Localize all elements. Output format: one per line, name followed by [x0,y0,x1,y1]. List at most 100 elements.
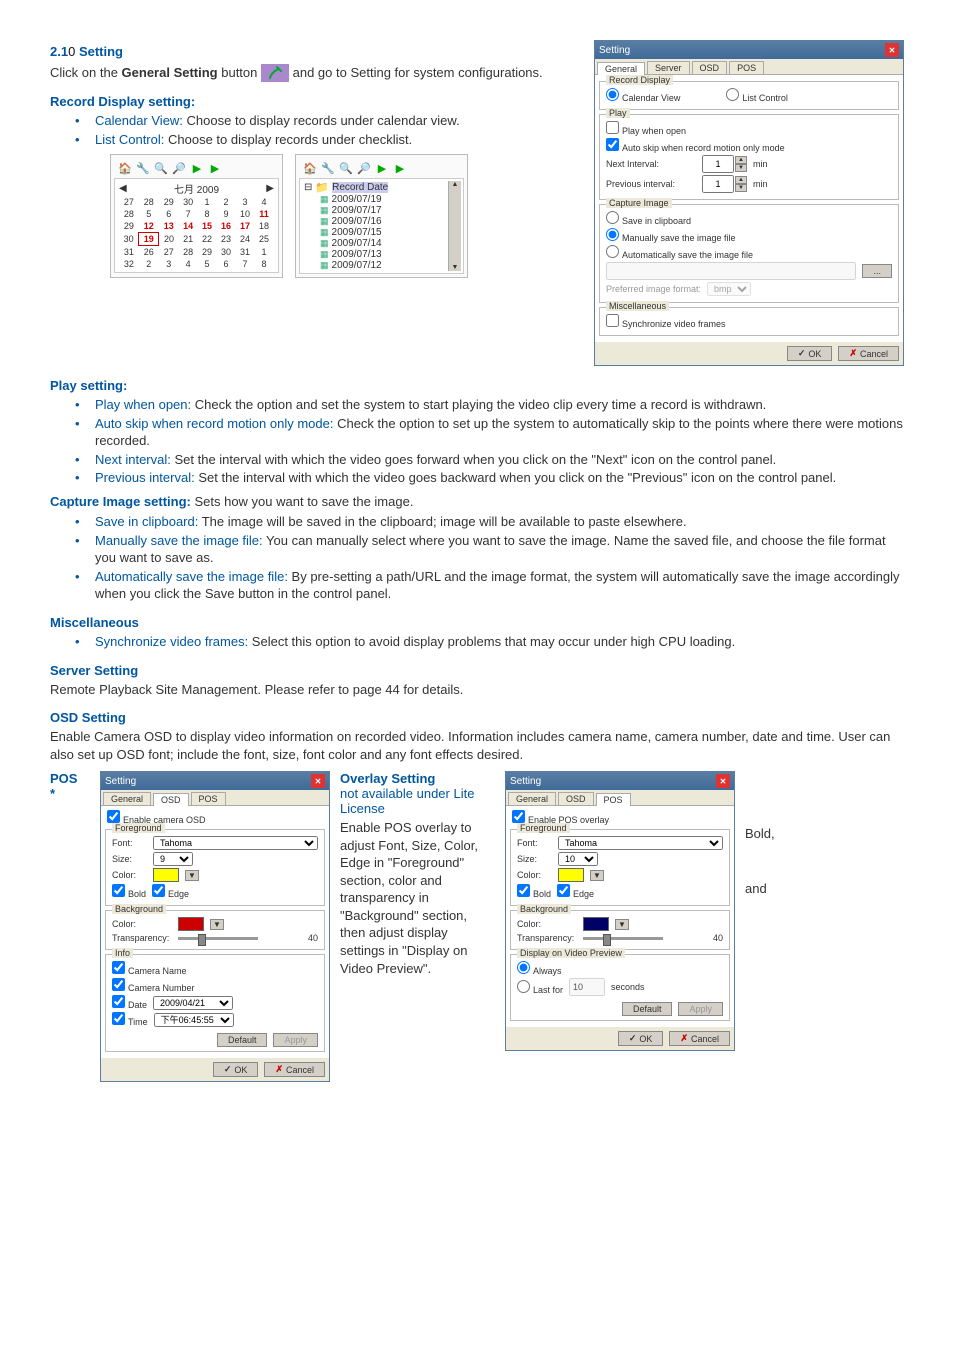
group-background: Background Color:▼ Transparency:40 [105,910,325,950]
list-item: 2009/07/19 [332,194,382,205]
group-record-display: Record Display Calendar View List Contro… [599,81,899,110]
radio-last-for[interactable]: Last for [517,980,563,995]
date-icon: ▦ [320,238,329,249]
play-item-label: Previous interval: [95,470,195,485]
tab-osd[interactable]: OSD [558,792,594,805]
next-icon: ▶ [207,160,223,176]
play-setting-heading: Play setting: [50,378,904,393]
radio-save-manual[interactable]: Manually save the image file [606,228,736,243]
ok-button[interactable]: ✓OK [787,346,833,361]
default-button[interactable]: Default [622,1002,673,1016]
dialog-title: Setting [599,45,630,56]
cancel-button[interactable]: ✗Cancel [838,346,899,361]
cal-next-icon: ▶ [266,183,274,194]
size-select[interactable]: 9 [153,852,193,866]
color-label: Color: [112,870,147,880]
browse-button[interactable]: ... [862,264,892,278]
apply-button[interactable]: Apply [678,1002,723,1016]
x-icon: ✗ [849,348,857,359]
ok-button[interactable]: ✓OK [213,1062,259,1077]
close-icon[interactable]: ✕ [716,774,730,788]
pos-label: POS [50,771,77,786]
play-icon: ▶ [374,160,390,176]
section-suffix: 0 [68,44,75,59]
group-background: Background Color:▼ Transparency:40 [510,910,730,950]
check-bold[interactable]: Bold [517,884,551,899]
tab-pos[interactable]: POS [596,793,631,806]
font-select[interactable]: Tahoma [558,836,723,850]
setting-dialog-osd: Setting✕ General OSD POS Enable camera O… [100,771,330,1082]
scroll-up-icon[interactable]: ▲ [452,181,459,188]
dropdown-icon[interactable]: ▼ [590,870,604,881]
cancel-button[interactable]: ✗Cancel [264,1062,325,1077]
dropdown-icon[interactable]: ▼ [615,919,629,930]
color-swatch[interactable] [583,917,609,931]
color-swatch[interactable] [558,868,584,882]
size-select[interactable]: 10 [558,852,598,866]
next-interval-spinner[interactable]: ▲▼ [702,155,747,173]
overlay-heading: Overlay Setting [340,771,495,786]
check-time[interactable]: Time [112,1012,148,1027]
check-camera-number[interactable]: Camera Number [112,978,195,993]
time-select[interactable]: 下午06:45:55 [154,1013,234,1027]
tab-general[interactable]: General [103,792,151,805]
radio-calendar-view[interactable]: Calendar View [606,88,680,103]
date-icon: ▦ [320,205,329,216]
home-icon: 🏠 [302,160,318,176]
color-swatch[interactable] [153,868,179,882]
section-title: Setting [79,44,123,59]
radio-list-control[interactable]: List Control [726,88,788,103]
date-icon: ▦ [320,216,329,227]
ok-button[interactable]: ✓OK [618,1031,664,1046]
radio-always[interactable]: Always [517,961,562,976]
color-swatch[interactable] [178,917,204,931]
check-icon: ✓ [798,348,806,359]
transparency-slider[interactable] [583,937,663,940]
overlay-sub: not available under Lite License [340,786,495,816]
scroll-down-icon[interactable]: ▼ [452,264,459,271]
font-select[interactable]: Tahoma [153,836,318,850]
radio-save-auto[interactable]: Automatically save the image file [606,245,753,260]
check-date[interactable]: Date [112,995,147,1010]
group-play: Play Play when open Auto skip when recor… [599,114,899,200]
check-sync-frames[interactable]: Synchronize video frames [606,314,726,329]
check-auto-skip[interactable]: Auto skip when record motion only mode [606,138,785,153]
cancel-button[interactable]: ✗Cancel [669,1031,730,1046]
transparency-slider[interactable] [178,937,258,940]
group-title: Display on Video Preview [517,948,625,958]
play-item-label: Next interval: [95,452,171,467]
overlay-right-2: and [745,881,785,896]
tab-general[interactable]: General [597,62,645,75]
date-select[interactable]: 2009/04/21 [153,996,233,1010]
tab-osd[interactable]: OSD [153,793,189,806]
tab-osd[interactable]: OSD [692,61,728,74]
bg-color-label: Color: [517,919,577,929]
zoom-out-icon: 🔎 [171,160,187,176]
close-icon[interactable]: ✕ [311,774,325,788]
dropdown-icon[interactable]: ▼ [210,919,224,930]
tab-pos[interactable]: POS [729,61,764,74]
size-label: Size: [112,854,147,864]
default-button[interactable]: Default [217,1033,268,1047]
list-control-figure: 🏠 🔧 🔍 🔎 ▶ ▶ ⊟📁Record Date ▦2009/07/19 ▦2… [295,154,468,278]
tab-pos[interactable]: POS [191,792,226,805]
dropdown-icon[interactable]: ▼ [185,870,199,881]
check-play-when-open[interactable]: Play when open [606,121,686,136]
group-info: Info Camera Name Camera Number Date2009/… [105,954,325,1052]
tab-general[interactable]: General [508,792,556,805]
radio-save-clipboard[interactable]: Save in clipboard [606,211,691,226]
prev-interval-spinner[interactable]: ▲▼ [702,175,747,193]
check-edge[interactable]: Edge [152,884,189,899]
zoom-in-icon: 🔍 [338,160,354,176]
check-bold[interactable]: Bold [112,884,146,899]
check-edge[interactable]: Edge [557,884,594,899]
list-item: 2009/07/15 [332,227,382,238]
tab-server[interactable]: Server [647,61,690,74]
apply-button[interactable]: Apply [273,1033,318,1047]
play-icon: ▶ [189,160,205,176]
record-display-list: Calendar View: Choose to display records… [50,112,574,148]
group-title: Capture Image [606,198,672,208]
check-camera-name[interactable]: Camera Name [112,961,187,976]
close-icon[interactable]: ✕ [885,43,899,57]
last-for-input [569,978,605,996]
